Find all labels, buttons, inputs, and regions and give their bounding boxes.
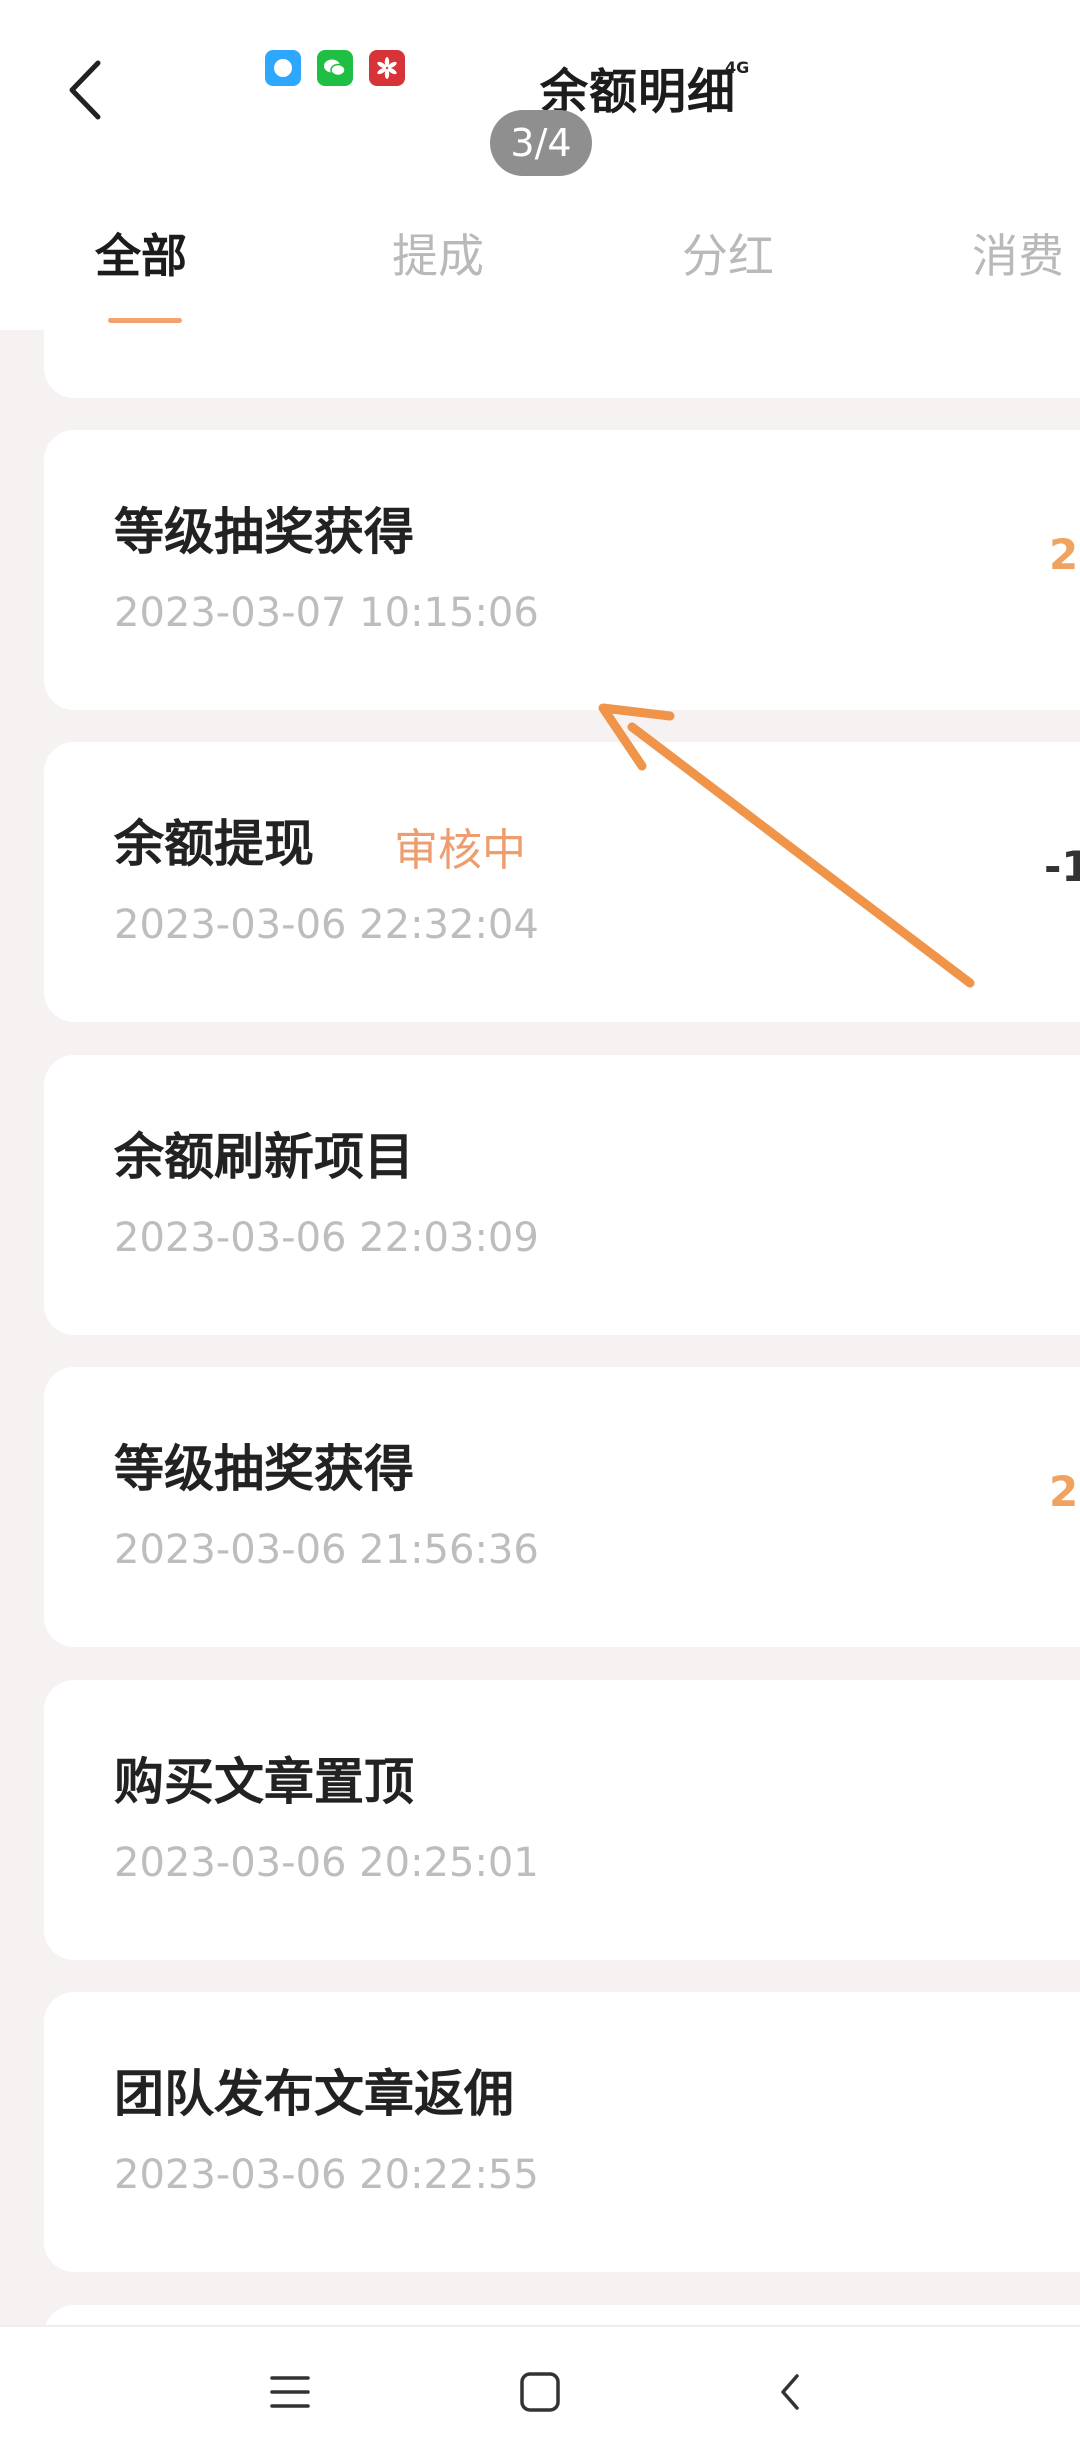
- list-item[interactable]: 等级抽奖获得 2023-03-06 21:56:36 2: [44, 1367, 1080, 1647]
- record-time: 2023-03-06 22:32:04: [114, 902, 539, 948]
- record-time: 2023-03-06 22:03:09: [114, 1215, 539, 1261]
- tab-commission[interactable]: 提成: [392, 220, 484, 286]
- list-item[interactable]: 余额提现 审核中 2023-03-06 22:32:04 -1: [44, 742, 1080, 1022]
- record-title: 购买文章置顶: [114, 1753, 414, 1811]
- list-item[interactable]: [44, 2305, 1080, 2325]
- status-badge: 审核中: [394, 825, 526, 876]
- list-item[interactable]: 余额刷新项目 2023-03-06 22:03:09 -: [44, 1055, 1080, 1335]
- record-title: 余额刷新项目: [114, 1128, 414, 1186]
- huawei-app-icon: [369, 50, 405, 86]
- record-amount: -1: [1044, 842, 1080, 891]
- active-tab-indicator: [108, 318, 182, 323]
- chevron-left-icon: [69, 60, 101, 120]
- balance-record-list[interactable]: 等级抽奖获得 2023-03-07 10:15:06 2 余额提现 审核中 20…: [0, 330, 1080, 2325]
- tab-consumption[interactable]: 消费: [972, 220, 1064, 286]
- home-button[interactable]: [500, 2357, 580, 2427]
- record-time: 2023-03-06 21:56:36: [114, 1527, 539, 1573]
- chevron-left-icon: [781, 2374, 799, 2410]
- list-item[interactable]: 团队发布文章返佣 2023-03-06 20:22:55: [44, 1992, 1080, 2272]
- list-item[interactable]: 等级抽奖获得 2023-03-07 10:15:06 2: [44, 430, 1080, 710]
- wechat-icon: [317, 50, 353, 86]
- record-time: 2023-03-06 20:25:01: [114, 1840, 539, 1886]
- status-bar-icons: [265, 50, 405, 86]
- menu-button[interactable]: [250, 2357, 330, 2427]
- header: 余额明细 4G 3/4 全部 提成 分红 消费: [0, 0, 1080, 330]
- record-title: 余额提现: [114, 815, 314, 873]
- page-indicator: 3/4: [490, 110, 592, 176]
- record-title: 等级抽奖获得: [114, 1440, 414, 1498]
- messages-app-icon: [265, 50, 301, 86]
- tab-bar: 全部 提成 分红 消费: [0, 205, 1080, 323]
- record-amount: 2: [1049, 530, 1079, 579]
- record-amount: 2: [1049, 1467, 1079, 1516]
- page-title: 余额明细: [540, 64, 737, 120]
- system-navigation-bar: [0, 2325, 1080, 2462]
- menu-icon: [270, 2376, 310, 2408]
- home-square-icon: [520, 2372, 560, 2412]
- list-item[interactable]: 购买文章置顶 2023-03-06 20:25:01 -: [44, 1680, 1080, 1960]
- record-title: 等级抽奖获得: [114, 503, 414, 561]
- back-button[interactable]: [58, 55, 118, 125]
- record-time: 2023-03-06 20:22:55: [114, 2152, 539, 2198]
- record-title: 团队发布文章返佣: [114, 2065, 514, 2123]
- tab-dividend[interactable]: 分红: [682, 220, 774, 286]
- system-back-button[interactable]: [750, 2357, 830, 2427]
- record-time: 2023-03-07 10:15:06: [114, 590, 539, 636]
- tab-all[interactable]: 全部: [95, 220, 187, 286]
- signal-indicator: 4G: [725, 58, 750, 77]
- list-item[interactable]: [44, 330, 1080, 398]
